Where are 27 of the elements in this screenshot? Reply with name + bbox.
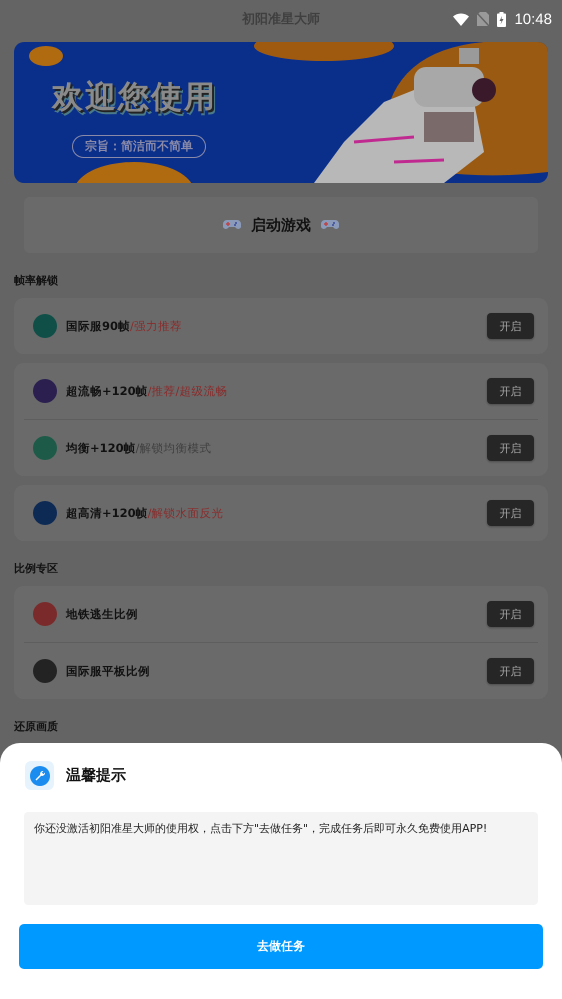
gamepad-icon <box>223 219 241 231</box>
option-label: 地铁逃生比例 <box>66 606 138 622</box>
wrench-icon <box>25 761 54 790</box>
enable-button[interactable]: 开启 <box>487 435 534 461</box>
option-label: 超高清+120帧/解锁水面反光 <box>66 506 224 520</box>
no-sim-icon <box>477 12 490 26</box>
enable-button[interactable]: 开启 <box>487 500 534 526</box>
banner-tagline: 宗旨：简洁而不简单 <box>72 135 206 158</box>
launch-game-button[interactable]: 启动游戏 <box>24 197 538 253</box>
gamepad-icon <box>321 219 339 231</box>
launch-label: 启动游戏 <box>251 216 311 234</box>
battery-icon <box>497 12 506 26</box>
enable-button[interactable]: 开启 <box>487 313 534 339</box>
enable-button[interactable]: 开启 <box>487 658 534 684</box>
wifi-icon <box>453 12 470 26</box>
option-label: 国际服平板比例 <box>66 664 150 678</box>
dialog-title: 温馨提示 <box>66 766 126 785</box>
dialog-message: 你还没激活初阳准星大师的使用权，点击下方"去做任务"，完成任务后即可永久免费使用APP! <box>24 812 538 905</box>
enable-button[interactable]: 开启 <box>487 601 534 627</box>
section-title: 还原画质 <box>14 719 59 734</box>
section-title: 比例专区 <box>14 561 59 576</box>
option-label: 国际服90帧/强力推荐 <box>66 318 182 334</box>
section-title: 帧率解锁 <box>14 273 59 288</box>
banner-title: 欢迎您使用 <box>52 78 217 117</box>
option-label: 超流畅+120帧/推荐/超级流畅 <box>66 384 228 398</box>
enable-button[interactable]: 开启 <box>487 378 534 404</box>
clock: 10:48 <box>514 10 552 28</box>
